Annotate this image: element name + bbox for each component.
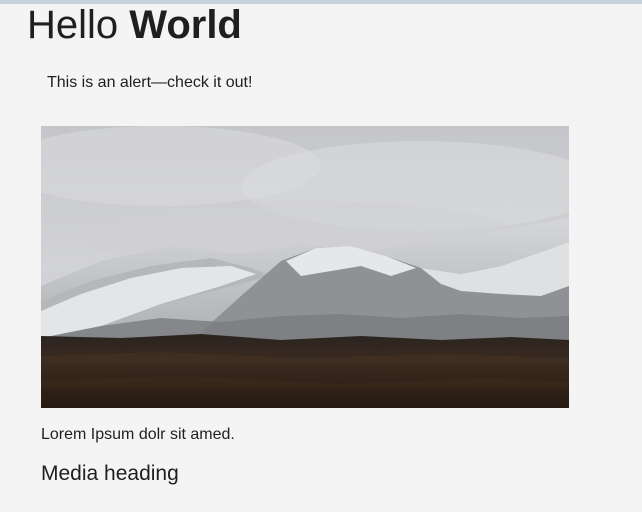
page-title-light: Hello <box>27 3 119 47</box>
page-title: Hello World <box>27 2 242 48</box>
media-heading: Media heading <box>41 462 179 485</box>
media-caption: Lorem Ipsum dolr sit amed. <box>41 426 235 443</box>
page-title-bold: World <box>129 3 242 47</box>
mountain-landscape-image <box>41 126 569 408</box>
alert-message: This is an alert—check it out! <box>47 74 253 91</box>
